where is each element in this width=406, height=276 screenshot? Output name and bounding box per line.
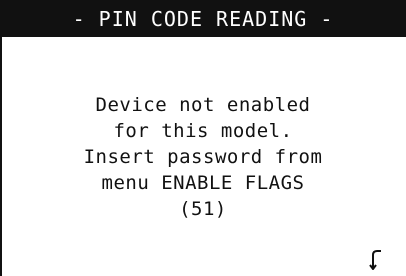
status-message: Device not enabled for this model. Inser… bbox=[0, 92, 406, 222]
message-line: menu ENABLE FLAGS bbox=[101, 172, 305, 194]
message-line: Device not enabled bbox=[95, 94, 311, 116]
message-line: for this model. bbox=[113, 120, 293, 142]
page-title: - PIN CODE READING - bbox=[0, 0, 406, 37]
return-arrow-icon bbox=[369, 250, 381, 270]
message-line: Insert password from bbox=[83, 146, 323, 168]
back-button[interactable] bbox=[360, 246, 390, 272]
message-line: (51) bbox=[179, 198, 227, 220]
